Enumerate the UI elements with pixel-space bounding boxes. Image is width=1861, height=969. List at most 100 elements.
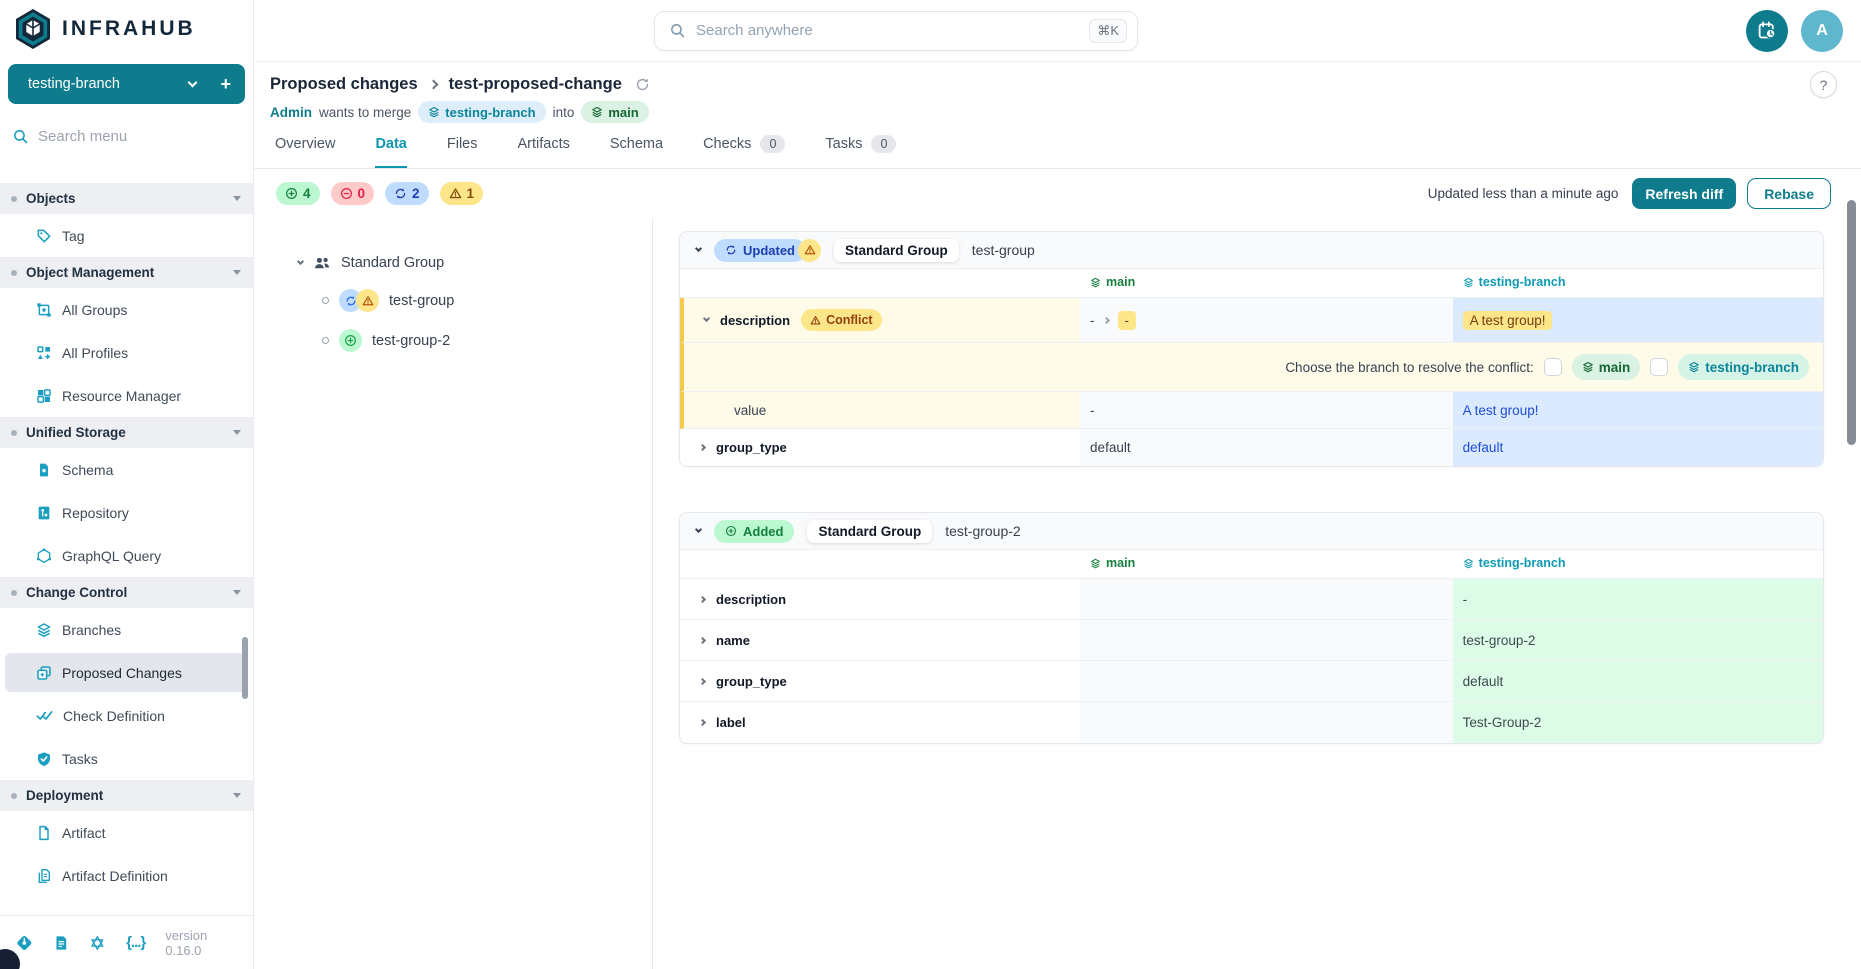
chevron-right-icon[interactable] — [699, 719, 706, 726]
status-badge-updated: Updated — [714, 239, 806, 262]
diff-card-header[interactable]: Added Standard Group test-group-2 — [680, 513, 1823, 550]
menu-search-input[interactable] — [38, 128, 208, 145]
sidebar-item-check-definition[interactable]: Check Definition — [0, 694, 253, 737]
add-branch-button[interactable]: + — [220, 74, 231, 95]
braces-icon[interactable]: {...} — [126, 934, 145, 951]
user-avatar[interactable]: A — [1801, 10, 1843, 52]
resolve-main-badge[interactable]: main — [1572, 354, 1641, 380]
updated-count: 2 — [412, 186, 420, 201]
tab-overview[interactable]: Overview — [275, 135, 335, 168]
merge-into-text: into — [553, 105, 575, 120]
refresh-diff-button[interactable]: Refresh diff — [1632, 178, 1736, 209]
tab-checks[interactable]: Checks0 — [703, 135, 785, 168]
chevron-right-icon[interactable] — [699, 636, 706, 643]
chevron-right-icon[interactable] — [699, 444, 706, 451]
tab-artifacts[interactable]: Artifacts — [518, 135, 570, 168]
sidebar-item-label: Branches — [62, 622, 121, 638]
sidebar-footer: {...} version 0.16.0 — [0, 915, 253, 969]
tab-label: Overview — [275, 136, 335, 152]
resolve-main-checkbox[interactable] — [1544, 358, 1562, 376]
resource-manager-icon — [36, 388, 52, 404]
menu-search[interactable] — [0, 114, 253, 157]
reload-icon[interactable] — [634, 76, 651, 93]
tab-schema[interactable]: Schema — [610, 135, 663, 168]
branch-selector[interactable]: testing-branch + — [8, 64, 245, 104]
resolve-branch-badge[interactable]: testing-branch — [1678, 354, 1809, 380]
chevron-down-icon[interactable] — [703, 315, 710, 322]
tree-bullet-icon — [322, 297, 329, 304]
sidebar-section-unified-storage[interactable]: Unified Storage — [0, 417, 253, 448]
diff-row-description[interactable]: description - — [680, 579, 1823, 620]
git-icon[interactable] — [16, 934, 33, 952]
sidebar-item-repository[interactable]: Repository — [0, 491, 253, 534]
diff-row-name[interactable]: name test-group-2 — [680, 620, 1823, 661]
profiles-icon — [36, 345, 52, 361]
diff-row-group-type[interactable]: group_type default default — [680, 429, 1823, 466]
sidebar-item-graphql-query[interactable]: GraphQL Query — [0, 534, 253, 577]
checks-count-badge: 0 — [760, 135, 785, 153]
sidebar-section-deployment[interactable]: Deployment — [0, 780, 253, 811]
sidebar-item-tag[interactable]: Tag — [0, 214, 253, 257]
branch-selector-value: testing-branch — [28, 76, 189, 92]
source-branch-badge[interactable]: testing-branch — [418, 101, 545, 123]
tab-files[interactable]: Files — [447, 135, 478, 168]
breadcrumb-current: test-proposed-change — [449, 75, 622, 94]
chevron-right-icon[interactable] — [699, 595, 706, 602]
circle-minus-icon — [340, 187, 353, 200]
tree-node-label: Standard Group — [341, 255, 444, 271]
tree-node-standard-group[interactable]: Standard Group — [298, 254, 642, 272]
sidebar-item-artifact[interactable]: Artifact — [0, 811, 253, 854]
branch-value: default — [1453, 661, 1823, 702]
sidebar-section-change-control[interactable]: Change Control — [0, 577, 253, 608]
sidebar-item-label: Check Definition — [63, 708, 165, 724]
sidebar: INFRAHUB testing-branch + Objects Tag Ob… — [0, 0, 254, 969]
branch-value: - — [1453, 579, 1823, 620]
sidebar-section-object-management[interactable]: Object Management — [0, 257, 253, 288]
chevron-down-icon — [695, 526, 702, 533]
tasks-count-badge: 0 — [871, 135, 896, 153]
value-sublabel: value — [680, 392, 1080, 429]
property-name: description — [720, 313, 790, 328]
chevron-right-icon[interactable] — [699, 677, 706, 684]
sidebar-item-all-groups[interactable]: All Groups — [0, 288, 253, 331]
conflict-warning-icon — [798, 239, 821, 262]
source-branch-label: testing-branch — [445, 105, 535, 120]
diff-row-group-type[interactable]: group_type default — [680, 661, 1823, 702]
sidebar-item-artifact-definition[interactable]: Artifact Definition — [0, 854, 253, 897]
sidebar-scrollbar[interactable] — [242, 637, 248, 699]
calendar-clock-icon — [1757, 20, 1778, 41]
author-link[interactable]: Admin — [270, 105, 312, 120]
tree-bullet-icon — [322, 337, 329, 344]
sidebar-item-resource-manager[interactable]: Resource Manager — [0, 374, 253, 417]
merge-text: wants to merge — [319, 105, 411, 120]
target-branch-badge[interactable]: main — [581, 101, 648, 123]
resolve-branch-checkbox[interactable] — [1650, 358, 1668, 376]
rebase-button[interactable]: Rebase — [1747, 178, 1831, 209]
tab-tasks[interactable]: Tasks0 — [825, 135, 896, 168]
app-logo[interactable]: INFRAHUB — [0, 0, 253, 58]
tree-node-test-group-2[interactable]: test-group-2 — [322, 329, 642, 352]
document-icon[interactable] — [53, 934, 70, 952]
sidebar-item-tasks[interactable]: Tasks — [0, 737, 253, 780]
graphql-icon[interactable] — [89, 934, 106, 952]
global-search-input[interactable] — [696, 22, 1079, 39]
tab-data[interactable]: Data — [375, 135, 406, 168]
tab-label: Schema — [610, 136, 663, 152]
sidebar-item-all-profiles[interactable]: All Profiles — [0, 331, 253, 374]
tree-node-test-group[interactable]: test-group — [322, 289, 642, 312]
content-split: Standard Group test-group test-group-2 — [254, 218, 1861, 969]
sidebar-item-proposed-changes[interactable]: Proposed Changes — [5, 653, 248, 692]
diff-row-description-conflict[interactable]: description Conflict - - — [680, 298, 1823, 343]
sidebar-section-objects[interactable]: Objects — [0, 183, 253, 214]
diff-card-header[interactable]: Updated Standard Group test-group — [680, 232, 1823, 269]
sidebar-item-branches[interactable]: Branches — [0, 608, 253, 651]
tasks-schedule-button[interactable] — [1746, 10, 1788, 52]
branch-icon — [1582, 361, 1594, 373]
global-search[interactable]: ⌘K — [654, 11, 1138, 51]
breadcrumb-parent[interactable]: Proposed changes — [270, 75, 418, 94]
infrahub-logo-icon — [14, 8, 52, 50]
diff-row-label[interactable]: label Test-Group-2 — [680, 702, 1823, 743]
sidebar-item-schema[interactable]: Schema — [0, 448, 253, 491]
help-button[interactable]: ? — [1810, 71, 1837, 98]
page-scrollbar[interactable] — [1847, 200, 1856, 445]
